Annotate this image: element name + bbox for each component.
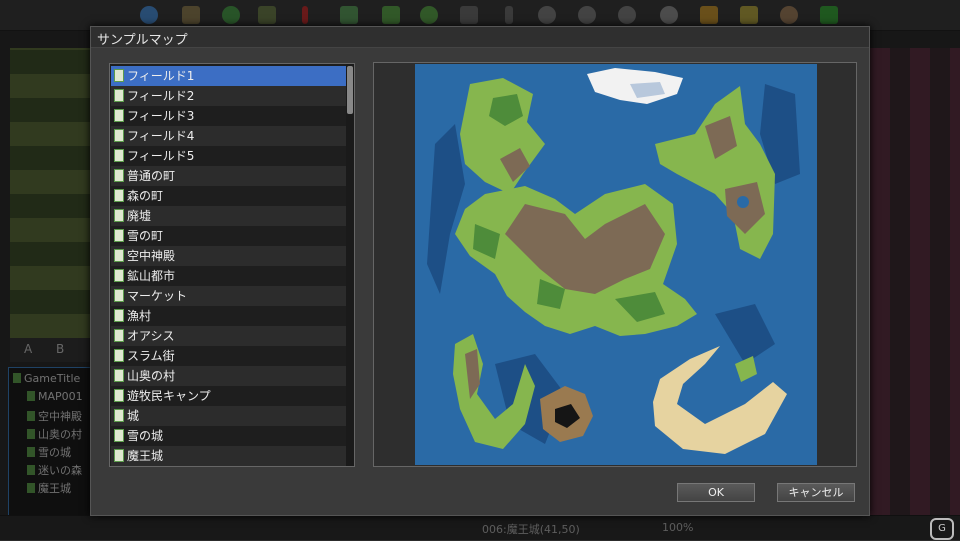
map-list-item[interactable]: 城 [111,406,353,426]
map-list-item-label: 空中神殿 [127,249,176,263]
crater-lake [737,196,749,208]
scrollbar-thumb[interactable] [347,66,353,114]
map-list-item[interactable]: 漁村 [111,306,353,326]
map-list-item-label: 雪の城 [127,429,164,443]
map-list-item[interactable]: オアシス [111,326,353,346]
map-list-item[interactable]: 雪の城 [111,426,353,446]
map-icon [114,229,124,242]
map-list-item[interactable]: 廃墟 [111,206,353,226]
sample-map-list[interactable]: 魔王城 雪の城 城 遊牧民キャンプ 山奥の村 スラム街 オアシス 漁村 マーケット 鉱山都市 空中神… [109,63,355,467]
publisher-logo-icon: G [930,518,954,540]
map-icon [114,109,124,122]
map-icon [114,169,124,182]
map-list-item[interactable]: 森の町 [111,186,353,206]
map-icon [114,129,124,142]
map-list-item-label: フィールド2 [127,89,195,103]
map-list-item-label: 漁村 [127,309,152,323]
map-icon [114,429,124,442]
map-list-item-label: オアシス [127,329,175,343]
map-icon [114,89,124,102]
map-icon [114,249,124,262]
map-list-item-label: 城 [127,409,140,423]
map-list-item[interactable]: フィールド4 [111,126,353,146]
map-list-item-label: マーケット [127,289,188,303]
map-icon [114,329,124,342]
map-icon [114,289,124,302]
map-list-item-label: 鉱山都市 [127,269,176,283]
cancel-button[interactable]: キャンセル [777,483,855,502]
map-list-item[interactable]: 雪の町 [111,226,353,246]
map-icon [114,189,124,202]
map-preview [373,62,857,467]
map-icon [114,409,124,422]
map-list-item[interactable]: フィールド2 [111,86,353,106]
map-list-item-label: 雪の町 [127,229,164,243]
map-icon [114,69,124,82]
map-list-item-label: 森の町 [127,189,164,203]
list-scrollbar[interactable] [346,64,354,466]
map-list-item-label: フィールド1 [127,69,195,83]
map-list-item-label: 山奥の村 [127,369,176,383]
map-list-item-label: 廃墟 [127,209,152,223]
map-list-item[interactable]: フィールド3 [111,106,353,126]
map-icon [114,449,124,462]
map-icon [114,389,124,402]
map-list-item[interactable]: 遊牧民キャンプ [111,386,353,406]
map-icon [114,209,124,222]
map-list-item-label: フィールド4 [127,129,195,143]
map-icon [114,369,124,382]
map-list-item-label: 遊牧民キャンプ [127,389,211,403]
map-icon [114,269,124,282]
map-list-item-label: 普通の町 [127,169,176,183]
map-list-item[interactable]: スラム街 [111,346,353,366]
map-list-item-label: スラム街 [127,349,175,363]
map-list-item[interactable]: 山奥の村 [111,366,353,386]
dialog-title: サンプルマップ [97,33,188,48]
map-list-item[interactable]: 普通の町 [111,166,353,186]
map-list-item[interactable]: 魔王城 [111,446,353,466]
dialog-title-bar: サンプルマップ [91,27,869,48]
map-icon [114,309,124,322]
map-icon [114,149,124,162]
map-icon [114,349,124,362]
sample-map-dialog: サンプルマップ 魔王城 雪の城 城 遊牧民キャンプ 山奥の村 スラム街 オアシス 漁村 マーケッ… [90,26,870,516]
map-list-item[interactable]: フィールド1 [111,66,353,86]
map-list-item[interactable]: フィールド5 [111,146,353,166]
map-list-item[interactable]: マーケット [111,286,353,306]
world-map-preview [415,64,817,465]
map-list-item-label: 魔王城 [127,449,164,463]
ok-button[interactable]: OK [677,483,755,502]
map-list-item[interactable]: 空中神殿 [111,246,353,266]
map-list-item-label: フィールド3 [127,109,195,123]
map-list-item[interactable]: 鉱山都市 [111,266,353,286]
map-list-item-label: フィールド5 [127,149,195,163]
